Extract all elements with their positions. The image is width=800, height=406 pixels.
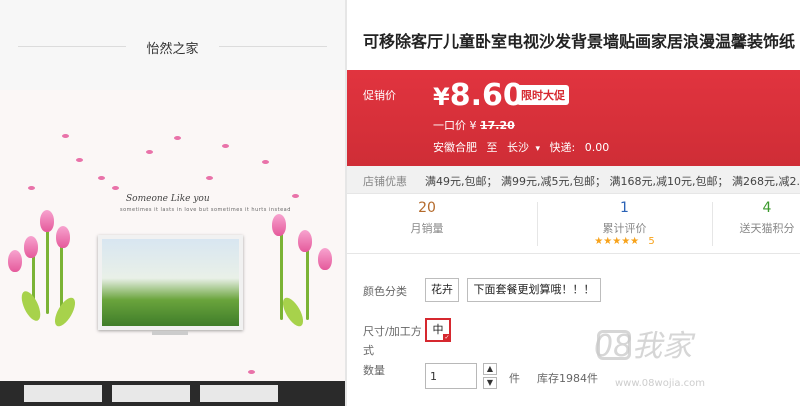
stat-reviews[interactable]: 1 累计评价 ★★★★★ 5 <box>547 194 702 254</box>
tv-screen <box>102 239 239 326</box>
tulip-flower <box>272 214 286 236</box>
petal-decor <box>262 160 269 164</box>
tulip-flower <box>56 226 70 248</box>
promo-price: ¥8.60 <box>433 78 524 113</box>
leaf-decor <box>278 294 308 330</box>
tulip-flower <box>40 210 54 232</box>
cabinet-drawer <box>200 385 278 402</box>
quantity-label: 数量 <box>363 364 385 377</box>
petal-decor <box>222 144 229 148</box>
stock-count: 库存1984件 <box>537 372 598 385</box>
ship-to-label: 至 <box>486 141 498 154</box>
ship-fee: 0.00 <box>584 141 610 154</box>
tulip-flower <box>24 236 38 258</box>
tulip-flower <box>318 248 332 270</box>
petal-decor <box>76 158 83 162</box>
original-price-row: 一口价 ¥ 17.20 <box>433 117 515 133</box>
stat-monthly-sales: 20 月销量 <box>347 194 507 254</box>
leaf-decor <box>17 288 45 324</box>
currency-symbol: ¥ <box>433 83 450 111</box>
poster-caption: Someone Like you <box>126 194 210 204</box>
quantity-increment-button[interactable]: ▲ <box>483 363 497 375</box>
ship-fee-label: 快递: <box>549 141 576 154</box>
quantity-input[interactable]: 1 <box>425 363 477 389</box>
monthly-sales-number: 20 <box>418 200 436 216</box>
stat-points: 4 送天猫积分 <box>722 194 800 254</box>
ship-from: 安徽合肥 <box>433 141 477 154</box>
tulip-flower <box>8 250 22 272</box>
product-stats: 20 月销量 1 累计评价 ★★★★★ 5 4 送天猫积分 <box>347 194 800 254</box>
original-price-label: 一口价 <box>433 119 466 132</box>
quantity-decrement-button[interactable]: ▼ <box>483 377 497 389</box>
petal-decor <box>146 150 153 154</box>
cabinet-drawer <box>24 385 102 402</box>
shop-header: 怡然之家 <box>0 0 345 90</box>
size-label: 尺寸/加工方 <box>363 325 422 338</box>
coupon-text: 满49元,包邮； 满99元,减5元,包邮； 满168元,减10元,包邮； 满26… <box>425 175 800 188</box>
product-image[interactable]: Someone Like you sometimes it lasts in l… <box>0 90 345 406</box>
left-panel: 怡然之家 Someone Like you sometimes it lasts… <box>0 0 345 406</box>
promo-label: 促销价 <box>363 89 396 102</box>
chevron-down-icon: ▾ <box>535 144 541 154</box>
product-title: 可移除客厅儿童卧室电视沙发背景墙贴画家居浪漫温馨装饰纸 <box>363 32 796 51</box>
promo-banner: 促销价 ¥8.60 限时大促 一口价 ¥ 17.20 安徽合肥 至 长沙 ▾ 快… <box>347 70 800 166</box>
stat-divider <box>537 202 538 246</box>
monthly-sales-label: 月销量 <box>410 222 444 235</box>
rating-stars: ★★★★★ 5 <box>547 236 702 247</box>
star-icon: ★★★★★ <box>594 236 640 247</box>
tulip-flower <box>298 230 312 252</box>
chevron-up-icon: ▲ <box>486 364 494 373</box>
petal-decor <box>206 176 213 180</box>
stat-divider <box>712 202 713 246</box>
points-label: 送天猫积分 <box>739 222 795 235</box>
petal-decor <box>28 186 35 190</box>
color-option-flower[interactable]: 花卉 <box>425 278 459 302</box>
points-number: 4 <box>762 200 772 216</box>
poster-subcaption: sometimes it lasts in love but sometimes… <box>120 207 291 213</box>
flower-stem <box>46 226 49 314</box>
petal-decor <box>292 194 299 198</box>
rating-value: 5 <box>648 236 655 247</box>
review-count: 1 <box>620 200 629 216</box>
petal-decor <box>98 176 105 180</box>
ship-to: 长沙 <box>507 141 529 154</box>
original-price: 17.20 <box>480 119 515 132</box>
watermark-text: 08我家 <box>594 329 693 364</box>
size-label-wrap: 式 <box>363 344 374 357</box>
shop-name[interactable]: 怡然之家 <box>0 38 345 57</box>
leaf-decor <box>50 294 80 330</box>
promo-badge: 限时大促 <box>517 85 569 105</box>
size-option-medium[interactable]: 中 ✓ <box>425 318 451 342</box>
color-label: 颜色分类 <box>363 285 407 298</box>
color-option-bundle[interactable]: 下面套餐更划算哦！！！ <box>467 278 601 302</box>
petal-decor <box>248 370 255 374</box>
review-label: 累计评价 <box>602 222 647 235</box>
coupon-label: 店铺优惠 <box>363 175 407 188</box>
chevron-down-icon: ▼ <box>486 378 494 387</box>
check-icon: ✓ <box>443 334 451 342</box>
watermark-url: www.08wojia.com <box>615 378 706 389</box>
tv-frame <box>98 235 243 330</box>
cabinet-drawer <box>112 385 190 402</box>
petal-decor <box>112 186 119 190</box>
shop-coupon-bar[interactable]: 店铺优惠 满49元,包邮； 满99元,减5元,包邮； 满168元,减10元,包邮… <box>347 166 800 194</box>
petal-decor <box>174 136 181 140</box>
shipping-row: 安徽合肥 至 长沙 ▾ 快递: 0.00 <box>433 139 609 155</box>
petal-decor <box>62 134 69 138</box>
tv-stand <box>152 331 188 335</box>
original-currency: ¥ <box>469 119 477 132</box>
quantity-unit: 件 <box>509 372 520 385</box>
ship-to-selector[interactable]: 长沙 ▾ <box>507 141 544 154</box>
flower-stem <box>306 240 309 320</box>
product-details: 可移除客厅儿童卧室电视沙发背景墙贴画家居浪漫温馨装饰纸 促销价 ¥8.60 限时… <box>347 0 800 406</box>
price-value: 8.60 <box>449 78 524 113</box>
